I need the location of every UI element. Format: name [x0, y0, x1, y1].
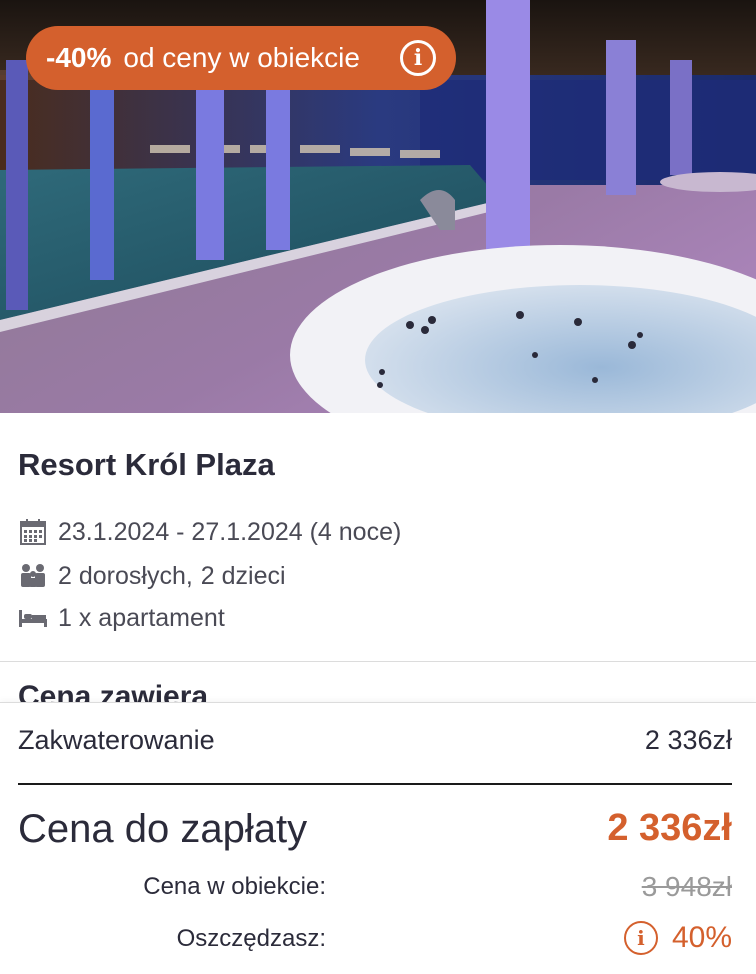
discount-text: od ceny w obiekcie [123, 42, 360, 73]
people-icon [18, 561, 48, 591]
object-price-label: Cena w obiekcie: [143, 873, 326, 900]
guests-row: 2 dorosłych, 2 dzieci [18, 559, 286, 593]
accommodation-label: Zakwaterowanie [18, 725, 215, 755]
discount-badge[interactable]: -40% od ceny w obiekcie i [26, 26, 456, 90]
section-heading: Cena zawiera [18, 682, 209, 702]
bed-icon [18, 603, 48, 633]
savings: i 40% [623, 921, 732, 955]
booking-details: Resort Król Plaza 23.1.2024 - 27.1.2024 … [0, 413, 756, 662]
info-icon[interactable]: i [623, 921, 658, 955]
total-price: 2 336zł [607, 807, 732, 849]
guests-adults: 2 dorosłych, [58, 561, 193, 590]
accommodation-value: 2 336zł [644, 725, 732, 755]
room-text: 1 x apartament [58, 603, 225, 632]
dates-row: 23.1.2024 - 27.1.2024 (4 noce) [18, 515, 401, 549]
info-icon[interactable]: i [400, 40, 436, 76]
savings-label: Oszczędzasz: [176, 925, 326, 952]
object-price-value: 3 948zł [641, 871, 732, 902]
dates-text: 23.1.2024 - 27.1.2024 (4 noce) [58, 517, 402, 546]
savings-value: 40% [671, 921, 732, 954]
hotel-name: Resort Król Plaza [18, 447, 275, 482]
discount-percent: -40% [46, 42, 112, 73]
total-label: Cena do zapłaty [18, 807, 308, 851]
hotel-photo[interactable]: -40% od ceny w obiekcie i [0, 0, 756, 413]
calendar-icon [18, 517, 48, 547]
room-row: 1 x apartament [18, 601, 225, 635]
divider [18, 783, 732, 785]
guests-children: 2 dzieci [200, 561, 286, 590]
price-summary: Zakwaterowanie 2 336zł Cena do zapłaty 2… [0, 702, 756, 974]
